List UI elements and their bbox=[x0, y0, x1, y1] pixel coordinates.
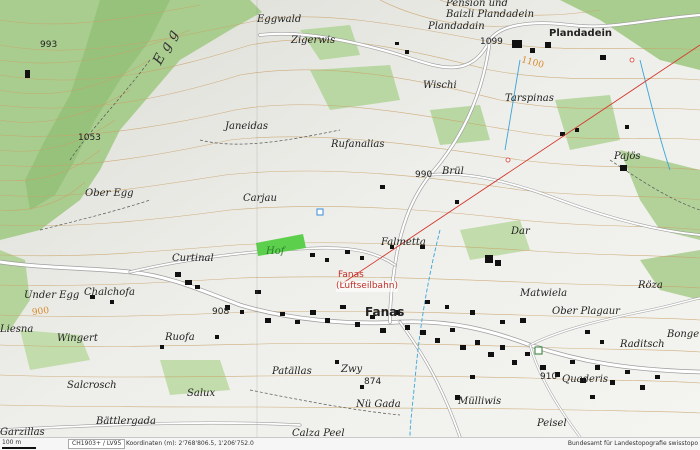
label-ober-plagaur: Ober Plagaur bbox=[552, 306, 620, 317]
label-ober-egg: Ober Egg bbox=[85, 188, 134, 199]
scale-bar: 100 m bbox=[2, 439, 36, 449]
label-janeidas: Janeidas bbox=[225, 121, 269, 132]
label-chalchofa: Chalchofa bbox=[84, 287, 135, 298]
crs-select[interactable]: CH1903+ / LV95 bbox=[68, 439, 126, 449]
label-brul: Brül bbox=[442, 166, 464, 177]
label-liesna: Liesna bbox=[0, 324, 34, 335]
label-wischi: Wischi bbox=[423, 80, 457, 91]
elevation-874: 874 bbox=[364, 377, 382, 387]
label-battlergada: Bättlergada bbox=[96, 416, 156, 427]
label-patallas: Patällas bbox=[272, 366, 312, 377]
label-curtinal: Curtinal bbox=[172, 253, 214, 264]
label-tarspinas: Tarspinas bbox=[505, 93, 554, 104]
elevation-990: 990 bbox=[415, 170, 433, 180]
label-ruofa: Ruofa bbox=[165, 332, 195, 343]
label-nu-gada: Nü Gada bbox=[356, 399, 401, 410]
label-salcrosch: Salcrosch bbox=[67, 380, 117, 391]
label-zigerwis: Zigerwis bbox=[291, 35, 336, 46]
label-falmetta: Falmetta bbox=[381, 237, 426, 248]
label-under-egg: Under Egg bbox=[24, 290, 80, 301]
label-matwiela: Matwiela bbox=[520, 288, 568, 299]
coordinates-readout: Koordinaten (m): 2'768'806.5, 1'206'752.… bbox=[126, 440, 254, 447]
status-bar: 100 m CH1903+ / LV95 Koordinaten (m): 2'… bbox=[0, 437, 700, 450]
label-eggwald: Eggwald bbox=[257, 14, 302, 25]
attribution: Bundesamt für Landestopografie swisstopo bbox=[567, 440, 698, 447]
elevation-993: 993 bbox=[40, 40, 58, 50]
label-fanas-station-2: (Luftseilbahn) bbox=[336, 281, 398, 292]
label-dar: Dar bbox=[511, 226, 530, 237]
label-roza: Röza bbox=[638, 280, 663, 291]
label-peisel: Peisel bbox=[537, 418, 567, 429]
label-pension-2: Baizli Plandadein bbox=[446, 9, 535, 20]
chapel-icon bbox=[534, 346, 543, 355]
elevation-908: 908 bbox=[212, 307, 230, 317]
label-pension-1: Pension und bbox=[446, 0, 508, 9]
bus-stop-icon bbox=[316, 208, 324, 216]
label-pajos: Pajös bbox=[614, 151, 641, 162]
label-hof: Hof bbox=[266, 246, 285, 257]
topographic-map[interactable]: Pension und Baizli Plandadein Plandadain… bbox=[0, 0, 700, 437]
label-plandadein: Plandadein bbox=[549, 28, 613, 39]
label-rufanalias: Rufanalias bbox=[331, 139, 385, 150]
label-plandadain: Plandadain bbox=[428, 21, 485, 32]
label-wingert: Wingert bbox=[57, 333, 98, 344]
label-fanas-station-1: Fanas bbox=[338, 270, 364, 280]
elevation-1099: 1099 bbox=[480, 37, 503, 47]
label-muliwis: Mülliwis bbox=[458, 396, 502, 407]
elevation-910: 910 bbox=[540, 372, 558, 382]
label-bonge: Bonge bbox=[667, 329, 700, 340]
label-calza: Calza Peel bbox=[292, 428, 345, 437]
elevation-1053: 1053 bbox=[78, 133, 101, 143]
label-carjau: Carjau bbox=[243, 193, 277, 204]
label-zwy: Zwy bbox=[341, 364, 363, 375]
label-raditsch: Raditsch bbox=[620, 339, 665, 350]
label-quaderis: Quaderis bbox=[562, 374, 609, 385]
label-garzillas: Garzillas bbox=[0, 427, 45, 437]
label-fanas: Fanas bbox=[365, 305, 405, 319]
label-salux: Salux bbox=[187, 388, 216, 399]
